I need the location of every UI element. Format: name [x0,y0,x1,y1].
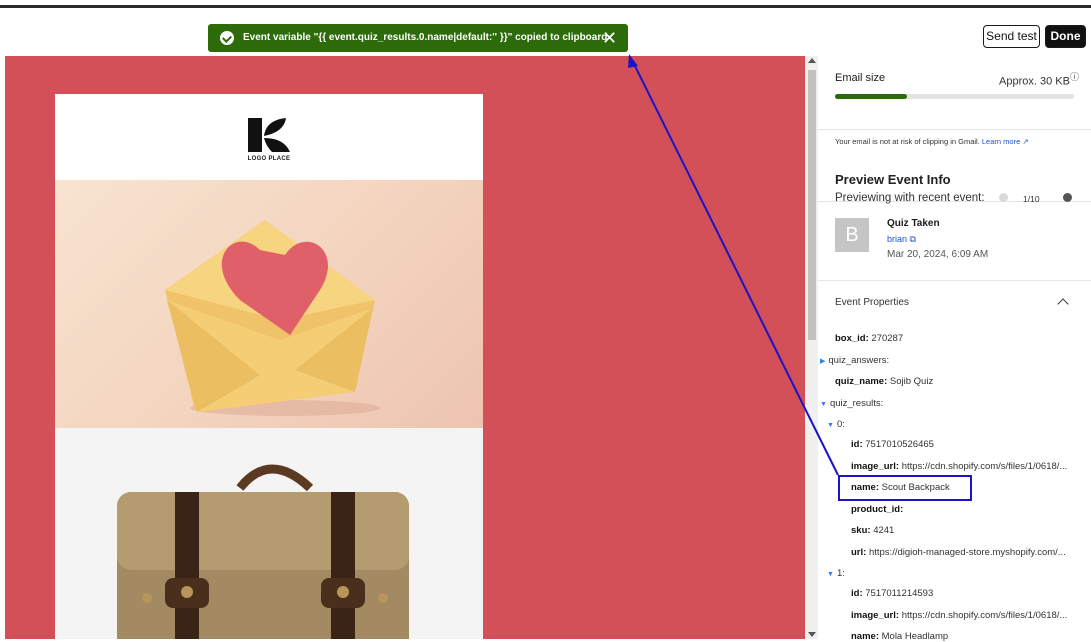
event-counter: 1/10 [1023,194,1040,204]
envelope-heart-illustration [165,220,380,416]
divider [818,280,1091,281]
prop-r1-image-url[interactable]: image_url: https://cdn.shopify.com/s/fil… [851,610,1067,621]
prop-r0-product-id[interactable]: product_id: [851,504,903,515]
prop-r0-url[interactable]: url: https://digioh-managed-store.myshop… [851,547,1066,558]
prop-result-1[interactable]: ▼ 1: [827,568,845,579]
scroll-down-icon[interactable] [808,632,816,637]
logo-mark-icon [248,118,290,152]
collapse-triangle-icon[interactable]: ▼ [827,422,834,429]
backpack-illustration [117,464,409,639]
help-icon[interactable]: ⓘ [1070,72,1079,82]
event-user-link[interactable]: brian ⧉ [887,234,916,245]
prop-r0-id[interactable]: id: 7517010526465 [851,439,934,450]
email-logo-block: LOGO PLACE [55,94,483,180]
avatar: B [835,218,869,252]
close-icon[interactable]: ✕ [602,28,617,48]
previewing-label: Previewing with recent event: [835,192,985,204]
learn-more-link[interactable]: Learn more [982,137,1020,146]
highlight-box [838,475,972,501]
logo-text: LOGO PLACE [247,156,291,162]
toast-message: Event variable "{{ event.quiz_results.0.… [243,32,608,43]
event-date: Mar 20, 2024, 6:09 AM [887,249,989,260]
check-circle-icon [220,31,234,45]
collapse-triangle-icon[interactable]: ▼ [820,401,827,408]
event-info-panel: Email size Approx. 30 KBⓘ Your email is … [818,56,1091,642]
preview-title: Preview Event Info [835,172,951,187]
preview-scrollbar[interactable] [805,56,818,639]
email-preview-canvas: LOGO PLACE [5,56,805,639]
email-size-bar-fill [835,94,907,99]
backpack-image [55,428,483,639]
email-body: LOGO PLACE [55,94,483,639]
scroll-up-icon[interactable] [808,58,816,63]
prop-quiz-name[interactable]: quiz_name: Sojib Quiz [835,376,933,387]
clipping-note: Your email is not at risk of clipping in… [835,137,1029,146]
external-link-icon[interactable]: ↗ [1022,137,1028,146]
send-test-button[interactable]: Send test [983,25,1040,48]
prev-event-icon[interactable] [999,193,1008,202]
top-border [0,0,1091,10]
email-size-section [818,56,1091,130]
hero-envelope-image [55,180,483,428]
collapse-triangle-icon[interactable]: ▼ [827,571,834,578]
prop-r1-id[interactable]: id: 7517011214593 [851,588,933,599]
email-size-label: Email size [835,72,886,84]
prop-r0-sku[interactable]: sku: 4241 [851,525,894,536]
prop-r1-name[interactable]: name: Mola Headlamp [851,631,948,642]
email-size-bar [835,94,1074,99]
prop-result-0[interactable]: ▼ 0: [827,419,845,430]
done-button[interactable]: Done [1045,25,1086,48]
prop-r0-image-url[interactable]: image_url: https://cdn.shopify.com/s/fil… [851,461,1067,472]
event-name: Quiz Taken [887,218,940,229]
prop-quiz-results[interactable]: ▼ quiz_results: [820,398,883,409]
next-event-icon[interactable] [1063,193,1072,202]
email-size-value: Approx. 30 KBⓘ [999,72,1079,88]
prop-quiz-answers[interactable]: ▶ quiz_answers: [820,355,889,366]
scroll-thumb[interactable] [808,70,816,340]
prop-box-id[interactable]: box_id: 270287 [835,333,903,344]
event-properties-title: Event Properties [835,297,909,308]
external-link-icon[interactable]: ⧉ [910,234,916,244]
copied-toast: Event variable "{{ event.quiz_results.0.… [208,24,628,52]
chevron-up-icon[interactable] [1057,298,1069,310]
expand-triangle-icon[interactable]: ▶ [820,358,825,365]
